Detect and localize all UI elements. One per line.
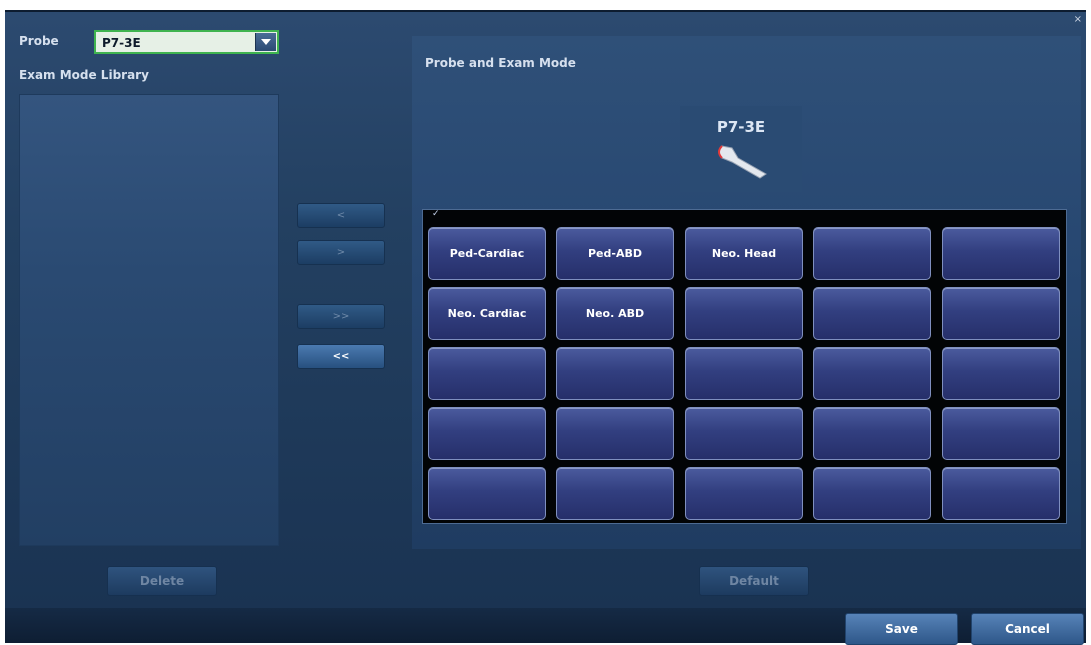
save-button[interactable]: Save	[845, 613, 958, 645]
exam-mode-cell[interactable]: Neo. Head	[685, 227, 803, 280]
exam-mode-cell[interactable]	[813, 287, 931, 340]
exam-mode-label: Neo. ABD	[585, 307, 645, 320]
exam-mode-cell[interactable]	[428, 407, 546, 460]
exam-mode-cell[interactable]	[428, 347, 546, 400]
probe-select-value: P7-3E	[102, 36, 141, 50]
exam-mode-cell[interactable]	[556, 407, 674, 460]
exam-mode-cell[interactable]	[942, 227, 1060, 280]
move-all-left-button[interactable]: <<	[297, 344, 385, 369]
exam-mode-cell[interactable]	[685, 287, 803, 340]
move-right-button[interactable]: >	[297, 240, 385, 265]
exam-mode-cell[interactable]	[685, 467, 803, 520]
move-all-right-button[interactable]: >>	[297, 304, 385, 329]
default-button[interactable]: Default	[699, 566, 809, 596]
exam-mode-library-title: Exam Mode Library	[19, 68, 149, 82]
exam-mode-cell[interactable]	[685, 407, 803, 460]
exam-mode-cell[interactable]	[813, 407, 931, 460]
footer-bar: Save Cancel	[5, 608, 1086, 645]
exam-mode-cell[interactable]: Neo. ABD	[556, 287, 674, 340]
exam-mode-cell[interactable]	[685, 347, 803, 400]
probe-exam-mode-panel: Probe and Exam Mode P7-3E ✓ Ped-Cardiac P…	[412, 36, 1081, 549]
cancel-button[interactable]: Cancel	[971, 613, 1084, 645]
probe-name: P7-3E	[716, 118, 766, 136]
exam-mode-cell[interactable]	[556, 467, 674, 520]
exam-mode-cell[interactable]	[428, 467, 546, 520]
exam-mode-cell[interactable]: Neo. Cardiac	[428, 287, 546, 340]
delete-button[interactable]: Delete	[107, 566, 217, 596]
exam-mode-cell[interactable]	[556, 347, 674, 400]
close-icon[interactable]: ×	[1074, 14, 1082, 25]
exam-mode-cell[interactable]	[813, 347, 931, 400]
exam-mode-label: Ped-ABD	[588, 247, 642, 260]
checkmark-icon: ✓	[432, 209, 440, 219]
exam-mode-setup-panel: × Probe P7-3E Exam Mode Library < > >> <…	[5, 10, 1086, 610]
exam-mode-grid: ✓ Ped-Cardiac Ped-ABD Neo. Head Neo. Card…	[422, 209, 1067, 524]
probe-exam-mode-title: Probe and Exam Mode	[425, 56, 576, 70]
exam-mode-cell[interactable]	[942, 467, 1060, 520]
exam-mode-label: Neo. Head	[711, 247, 777, 260]
probe-card: P7-3E	[680, 106, 802, 192]
exam-mode-library-list[interactable]	[19, 94, 279, 546]
exam-mode-cell[interactable]	[813, 467, 931, 520]
chevron-down-icon[interactable]	[255, 33, 276, 51]
exam-mode-cell[interactable]	[813, 227, 931, 280]
ultrasound-probe-icon	[718, 145, 767, 179]
exam-mode-cell[interactable]	[942, 347, 1060, 400]
exam-mode-cell[interactable]	[942, 287, 1060, 340]
probe-label: Probe	[19, 34, 59, 48]
move-left-button[interactable]: <	[297, 203, 385, 228]
probe-select[interactable]: P7-3E	[94, 30, 279, 54]
exam-mode-label: Neo. Cardiac	[447, 307, 527, 320]
exam-mode-cell[interactable]: Ped-ABD	[556, 227, 674, 280]
exam-mode-cell[interactable]	[942, 407, 1060, 460]
exam-mode-label: Ped-Cardiac	[449, 247, 525, 260]
exam-mode-cell[interactable]: ✓ Ped-Cardiac	[428, 209, 546, 280]
